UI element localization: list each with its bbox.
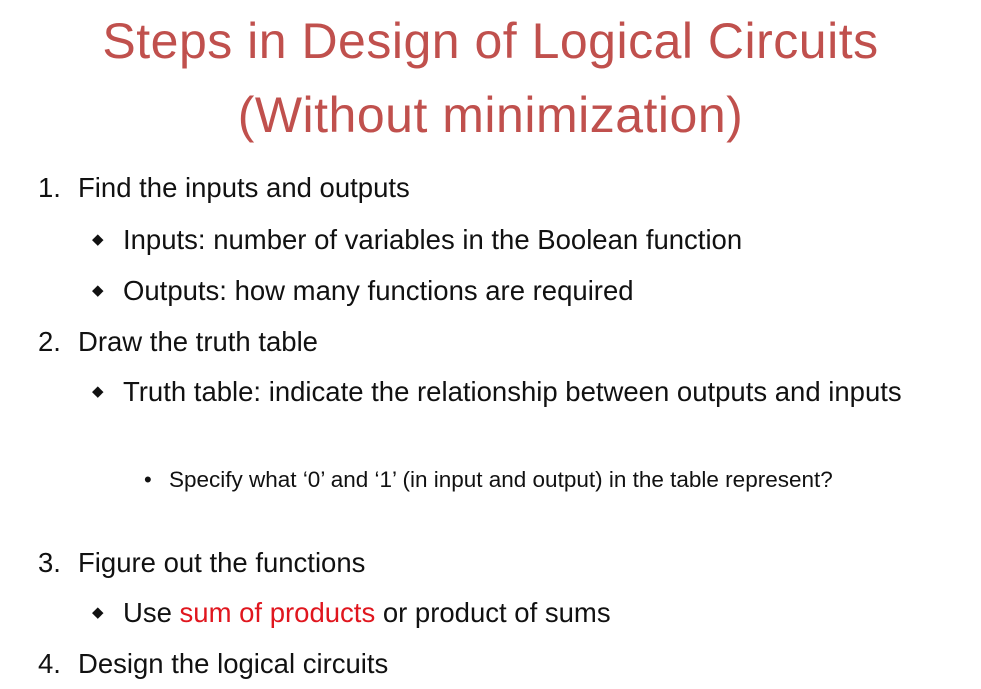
step-1-subitem-1: ◆ Inputs: number of variables in the Boo… xyxy=(92,218,973,262)
diamond-bullet-icon: ◆ xyxy=(92,604,104,621)
dot-bullet-icon: • xyxy=(144,467,152,492)
diamond-bullet-icon: ◆ xyxy=(92,282,104,299)
subitem-text-after: or product of sums xyxy=(375,597,611,628)
diamond-bullet-icon: ◆ xyxy=(92,231,104,248)
slide-title: Steps in Design of Logical Circuits (Wit… xyxy=(0,4,981,152)
subitem-text: Inputs: number of variables in the Boole… xyxy=(123,224,743,255)
step-3-subitem-1: ◆ Use sum of products or product of sums xyxy=(92,591,973,635)
step-number: 1. xyxy=(38,172,61,203)
subitem-text: Use sum of products or product of sums xyxy=(123,591,973,635)
subitem-text: Outputs: how many functions are required xyxy=(123,275,634,306)
step-1: 1. Find the inputs and outputs xyxy=(38,171,410,205)
step-number: 2. xyxy=(38,326,61,357)
highlighted-term: sum of products xyxy=(179,597,376,628)
step-1-subitem-2: ◆ Outputs: how many functions are requir… xyxy=(92,269,973,313)
subsubitem-text: Specify what ‘0’ and ‘1’ (in input and o… xyxy=(169,467,833,492)
step-3: 3. Figure out the functions xyxy=(38,546,365,580)
diamond-bullet-icon: ◆ xyxy=(92,383,104,400)
step-2: 2. Draw the truth table xyxy=(38,325,318,359)
slide-title-line-2: (Without minimization) xyxy=(237,87,744,143)
step-number: 4. xyxy=(38,648,61,679)
step-text: Design the logical circuits xyxy=(78,648,389,679)
step-2-subsubitem-1: • Specify what ‘0’ and ‘1’ (in input and… xyxy=(144,461,859,498)
step-2-subitem-1: ◆ Truth table: indicate the relationship… xyxy=(92,370,973,414)
subitem-text-before: Use xyxy=(123,597,180,628)
step-text: Draw the truth table xyxy=(78,326,318,357)
step-number: 3. xyxy=(38,547,61,578)
step-text: Find the inputs and outputs xyxy=(78,172,410,203)
slide-title-line-1: Steps in Design of Logical Circuits xyxy=(102,13,879,69)
step-text: Figure out the functions xyxy=(78,547,366,578)
subitem-text: Truth table: indicate the relationship b… xyxy=(123,376,902,407)
step-4: 4. Design the logical circuits xyxy=(38,647,388,681)
